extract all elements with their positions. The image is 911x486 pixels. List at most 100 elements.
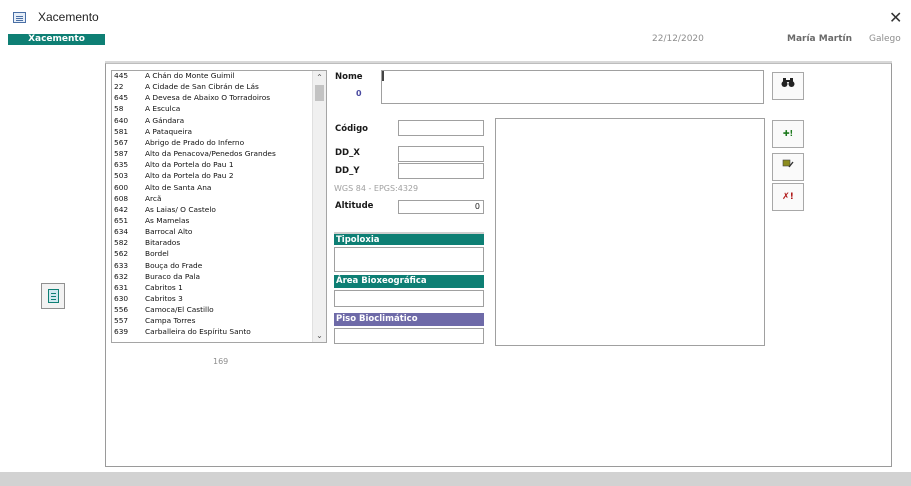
list-item-code: 22: [114, 82, 124, 92]
list-item-name: As Laias/ O Castelo: [145, 204, 216, 214]
list-item-code: 567: [114, 137, 129, 147]
list-item-name: Cabritos 1: [145, 282, 183, 292]
list-item-code: 445: [114, 71, 129, 80]
list-item[interactable]: 582 Bitarados: [112, 239, 312, 248]
list-item[interactable]: 631 Cabritos 1: [112, 282, 312, 293]
add-record-button[interactable]: ✚!: [772, 120, 804, 148]
header-user: María Martín: [787, 34, 853, 44]
list-item-name: A Cidade de San Cibrán de Lás: [145, 82, 259, 92]
list-item[interactable]: 640 A Gándara: [112, 115, 312, 126]
wgs-note: WGS 84 - EPGS:4329: [334, 184, 419, 193]
ddy-label: DD_Y: [335, 166, 360, 176]
list-item[interactable]: 634 Barrocal Alto: [112, 227, 312, 237]
nome-label: Nome: [335, 72, 363, 82]
list-item-name: Bordel: [145, 249, 169, 259]
list-item-code: 634: [114, 227, 129, 237]
list-item[interactable]: 445 A Chán do Monte Guimil: [112, 71, 312, 81]
delete-icon: ✗!: [782, 192, 794, 202]
site-list[interactable]: 445 A Chán do Monte Guimil 22 A Cidade de S…: [111, 70, 327, 343]
ddx-label: DD_X: [335, 148, 360, 158]
list-item-name: A Chán do Monte Guimil: [145, 71, 235, 80]
list-item-code: 557: [114, 316, 129, 326]
list-item-code: 556: [114, 305, 129, 315]
close-icon[interactable]: ✕: [889, 8, 902, 27]
list-item[interactable]: 503 Alto da Portela do Pau 2: [112, 172, 312, 181]
tipoloxia-header: Tipoloxia: [334, 232, 484, 245]
details-box[interactable]: [495, 118, 765, 346]
list-item[interactable]: 581 A Pataqueira: [112, 126, 312, 137]
list-item[interactable]: 635 Alto da Portela do Pau 1: [112, 160, 312, 170]
list-item-code: 633: [114, 260, 129, 270]
codigo-label: Código: [335, 124, 368, 134]
edit-icon: [782, 159, 794, 172]
list-scrollbar[interactable]: ⌃ ⌄: [312, 71, 326, 342]
window-title: Xacemento: [38, 10, 99, 24]
list-item-name: A Pataqueira: [145, 126, 193, 136]
altitude-label: Altitude: [335, 201, 374, 211]
form-header-label: Xacemento: [8, 34, 105, 45]
scroll-thumb[interactable]: [315, 85, 324, 101]
list-item-code: 581: [114, 126, 129, 136]
list-item[interactable]: 600 Alto de Santa Ana: [112, 183, 312, 193]
list-item[interactable]: 22 A Cidade de San Cibrán de Lás: [112, 82, 312, 92]
list-item-name: Carballeira do Espíritu Santo: [145, 327, 251, 337]
list-item[interactable]: 587 Alto da Penacova/Penedos Grandes: [112, 149, 312, 159]
list-item-name: Campa Torres: [145, 316, 196, 326]
list-item-name: As Mamelas: [145, 215, 190, 225]
list-item[interactable]: 557 Campa Torres: [112, 317, 312, 326]
list-item-name: Buraco da Pala: [145, 271, 201, 281]
scroll-up-icon[interactable]: ⌃: [313, 73, 326, 82]
list-item-code: 642: [114, 204, 129, 214]
list-item-name: Bitarados: [145, 238, 181, 248]
delete-record-button[interactable]: ✗!: [772, 183, 804, 211]
tipoloxia-field[interactable]: [334, 247, 484, 272]
list-item-code: 645: [114, 93, 129, 103]
binoculars-icon: [781, 78, 795, 91]
search-button[interactable]: [772, 72, 804, 100]
piso-bioclimatico-field[interactable]: [334, 328, 484, 344]
list-item-code: 639: [114, 327, 129, 337]
header-language[interactable]: Galego: [869, 34, 901, 44]
codigo-field[interactable]: [398, 120, 484, 136]
list-item-code: 582: [114, 238, 129, 248]
list-item[interactable]: 556 Camoca/El Castillo: [112, 305, 312, 315]
list-item[interactable]: 651 As Mamelas: [112, 215, 312, 226]
list-item-code: 631: [114, 282, 129, 292]
list-item[interactable]: 642 As Laias/ O Castelo: [112, 204, 312, 215]
list-item-code: 640: [114, 115, 129, 125]
open-form-button[interactable]: [41, 283, 65, 309]
status-bar: [0, 472, 911, 486]
list-item-code: 587: [114, 149, 129, 159]
nome-input[interactable]: [381, 70, 764, 104]
list-item[interactable]: 567 Abrigo de Prado do Inferno: [112, 137, 312, 148]
list-item-code: 562: [114, 249, 129, 259]
list-item-code: 635: [114, 160, 129, 170]
list-item-code: 630: [114, 294, 129, 303]
list-item-code: 503: [114, 171, 129, 181]
ddx-field[interactable]: [398, 146, 484, 162]
list-item[interactable]: 630 Cabritos 3: [112, 294, 312, 304]
list-item-name: A Esculca: [145, 104, 181, 114]
list-item-code: 651: [114, 215, 129, 225]
list-item-code: 608: [114, 193, 129, 203]
list-item[interactable]: 633 Bouça do Frade: [112, 260, 312, 271]
altitude-field[interactable]: 0: [398, 200, 484, 214]
form-icon: [13, 12, 26, 23]
list-item-name: Barrocal Alto: [145, 227, 193, 237]
list-item[interactable]: 608 Arcã: [112, 193, 312, 204]
area-bioxeografica-field[interactable]: [334, 290, 484, 307]
edit-record-button[interactable]: [772, 153, 804, 181]
list-item[interactable]: 58 A Esculca: [112, 105, 312, 114]
list-item[interactable]: 632 Buraco da Pala: [112, 271, 312, 282]
list-item[interactable]: 645 A Devesa de Abaixo O Torradoiros: [112, 94, 312, 103]
list-item-name: Alto da Portela do Pau 2: [145, 171, 234, 181]
list-item[interactable]: 562 Bordel: [112, 250, 312, 259]
list-item-name: Camoca/El Castillo: [145, 305, 214, 315]
scroll-down-icon[interactable]: ⌄: [313, 331, 326, 340]
list-item-name: Bouça do Frade: [145, 260, 203, 270]
ddy-field[interactable]: [398, 163, 484, 179]
list-item-code: 632: [114, 271, 129, 281]
list-item[interactable]: 639 Carballeira do Espíritu Santo: [112, 328, 312, 337]
title-bar: [0, 0, 911, 32]
list-item-name: A Devesa de Abaixo O Torradoiros: [145, 93, 271, 103]
